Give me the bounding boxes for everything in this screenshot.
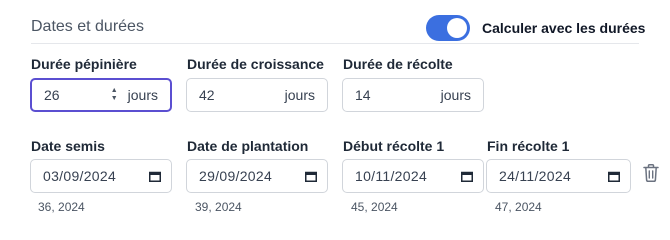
calendar-icon[interactable] [149, 171, 161, 182]
planting-date-label: Date de plantation [187, 138, 309, 154]
harvest-duration-input[interactable]: 14 jours [342, 78, 484, 112]
nursery-duration-input[interactable]: 26 ▲ ▼ jours [30, 78, 172, 112]
nursery-duration-unit: jours [127, 87, 158, 103]
calendar-icon[interactable] [305, 171, 317, 182]
growth-duration-input[interactable]: 42 jours [186, 78, 328, 112]
growth-duration-value: 42 [199, 87, 215, 103]
harvest-end-label: Fin récolte 1 [487, 138, 570, 154]
sowing-date-input[interactable]: 03/09/2024 [30, 159, 172, 193]
harvest-start-value: 10/11/2024 [355, 168, 428, 184]
planting-date-input[interactable]: 29/09/2024 [186, 159, 328, 193]
harvest-start-input[interactable]: 10/11/2024 [342, 159, 484, 193]
growth-duration-unit: jours [284, 87, 315, 103]
harvest-end-input[interactable]: 24/11/2024 [486, 159, 631, 193]
trash-icon[interactable] [642, 163, 660, 183]
toggle-label: Calculer avec les durées [482, 20, 646, 36]
planting-date-value: 29/09/2024 [199, 168, 273, 184]
calculate-durations-toggle[interactable] [426, 15, 470, 41]
harvest-duration-unit: jours [440, 87, 471, 103]
sowing-week: 36, 2024 [38, 200, 85, 214]
harvest-end-value: 24/11/2024 [499, 168, 572, 184]
toggle-knob [447, 18, 467, 38]
sowing-date-label: Date semis [31, 138, 105, 154]
calendar-icon[interactable] [608, 171, 620, 182]
growth-duration-label: Durée de croissance [187, 56, 324, 72]
spinner-arrows-icon[interactable]: ▲ ▼ [111, 87, 118, 103]
harvest-start-week: 45, 2024 [351, 200, 398, 214]
harvest-duration-value: 14 [355, 87, 371, 103]
harvest-duration-label: Durée de récolte [343, 56, 453, 72]
section-divider [31, 43, 639, 44]
section-title: Dates et durées [31, 18, 144, 35]
planting-week: 39, 2024 [195, 200, 242, 214]
calendar-icon[interactable] [461, 171, 473, 182]
sowing-date-value: 03/09/2024 [43, 168, 117, 184]
harvest-start-label: Début récolte 1 [343, 138, 445, 154]
harvest-end-week: 47, 2024 [495, 200, 542, 214]
duration-toggle-group: Calculer avec les durées [426, 15, 645, 41]
nursery-duration-label: Durée pépinière [31, 56, 137, 72]
nursery-duration-value: 26 [44, 87, 60, 103]
